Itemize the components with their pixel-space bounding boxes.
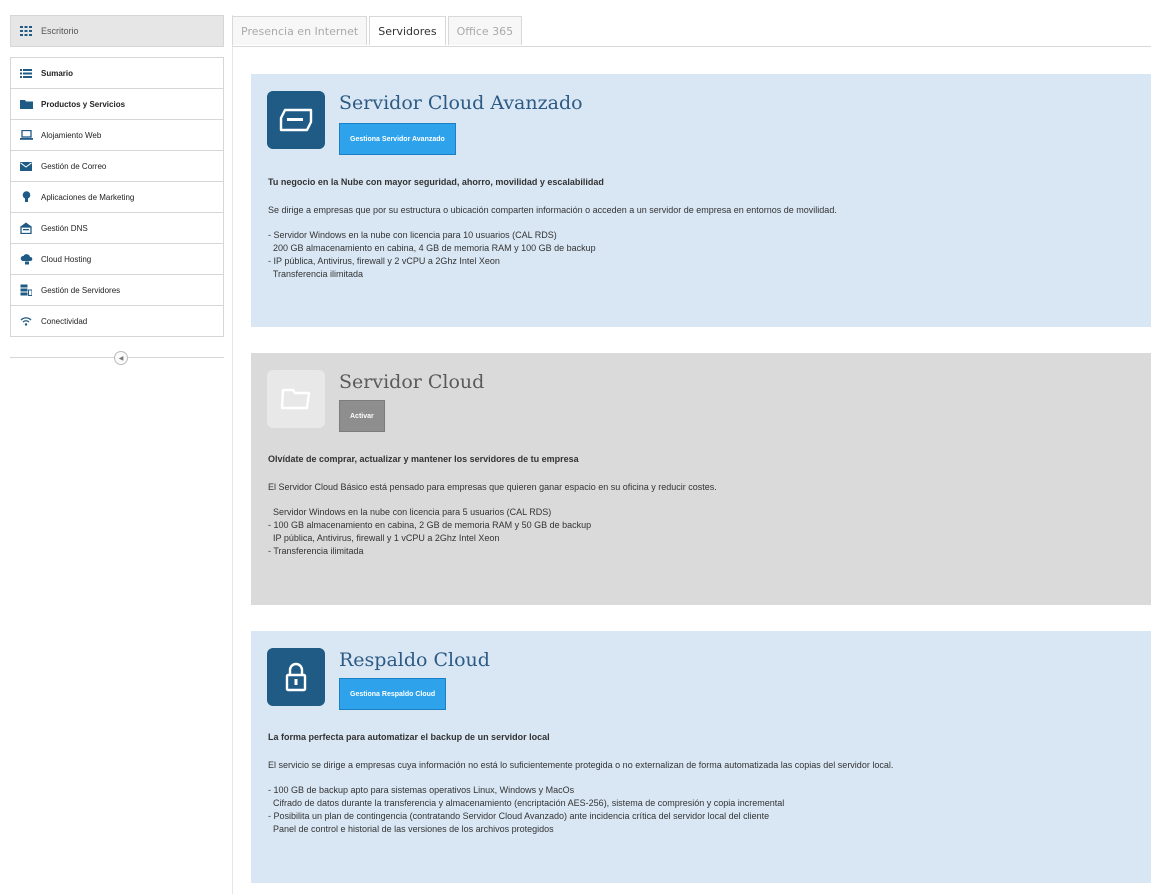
feature-line: 200 GB almacenamiento en cabina, 4 GB de…	[268, 243, 596, 253]
server-icon	[11, 284, 41, 296]
manage-advanced-server-button[interactable]: Gestiona Servidor Avanzado	[339, 123, 456, 155]
network-icon	[11, 222, 41, 234]
sidebar-item-label: Cloud Hosting	[41, 254, 92, 264]
card-description: El Servidor Cloud Básico está pensado pa…	[268, 482, 717, 492]
card-title: Servidor Cloud Avanzado	[339, 92, 583, 114]
product-icon	[267, 370, 325, 428]
sidebar-item-conectividad[interactable]: Conectividad	[11, 306, 223, 336]
feature-line: - 100 GB de backup apto para sistemas op…	[268, 785, 575, 795]
feature-line: Panel de control e historial de las vers…	[268, 824, 554, 834]
tab-servidores[interactable]: Servidores	[369, 16, 446, 45]
list-icon	[11, 68, 41, 78]
sidebar-item-cloud-hosting[interactable]: Cloud Hosting	[11, 244, 223, 275]
sidebar-item-sumario[interactable]: Sumario	[11, 58, 223, 89]
feature-line: - 100 GB almacenamiento en cabina, 2 GB …	[268, 520, 592, 530]
grid-icon	[11, 26, 41, 36]
server-drive-icon	[279, 108, 313, 132]
desktop-header[interactable]: Escritorio	[10, 15, 224, 47]
feature-line: - Transferencia ilimitada	[268, 546, 364, 556]
card-headline: Olvídate de comprar, actualizar y manten…	[268, 454, 579, 464]
card-headline: La forma perfecta para automatizar el ba…	[268, 732, 550, 742]
feature-line: Cifrado de datos durante la transferenci…	[268, 798, 785, 808]
feature-line: Transferencia ilimitada	[268, 269, 364, 279]
feature-line: IP pública, Antivirus, firewall y 1 vCPU…	[268, 533, 500, 543]
feature-line: - Posibilita un plan de contingencia (co…	[268, 811, 770, 821]
card-title: Respaldo Cloud	[339, 649, 490, 671]
sidebar-item-label: Conectividad	[41, 316, 88, 326]
activate-button[interactable]: Activar	[339, 400, 385, 432]
card-body: La forma perfecta para automatizar el ba…	[268, 732, 1131, 836]
feature-line: - Servidor Windows en la nube con licenc…	[268, 230, 557, 240]
sidebar-item-label: Gestión de Correo	[41, 161, 107, 171]
sidebar-item-label: Gestión DNS	[41, 223, 88, 233]
mail-icon	[11, 161, 41, 171]
feature-line: - IP pública, Antivirus, firewall y 2 vC…	[268, 256, 500, 266]
sidebar-item-alojamiento[interactable]: Alojamiento Web	[11, 120, 223, 151]
chevron-left-icon: ◀	[118, 355, 124, 362]
sidebar-collapse-bar: ◀	[10, 347, 224, 367]
sidebar-item-label: Sumario	[41, 68, 74, 78]
product-icon	[267, 648, 325, 706]
wifi-icon	[11, 316, 41, 326]
card-servidor-cloud-avanzado: Servidor Cloud Avanzado Gestiona Servido…	[251, 74, 1151, 327]
sidebar-item-label: Alojamiento Web	[41, 130, 102, 140]
sidebar-item-marketing[interactable]: Aplicaciones de Marketing	[11, 182, 223, 213]
card-body: Tu negocio en la Nube con mayor segurida…	[268, 177, 1131, 281]
folder-icon	[11, 99, 41, 109]
card-servidor-cloud: Servidor Cloud Activar Olvídate de compr…	[251, 353, 1151, 605]
card-description: Se dirige a empresas que por su estructu…	[268, 205, 837, 215]
sidebar-menu: Sumario Productos y Servicios Alojamient…	[10, 57, 224, 337]
card-title: Servidor Cloud	[339, 371, 485, 393]
folder-drive-icon	[280, 388, 311, 410]
sidebar-item-label: Aplicaciones de Marketing	[41, 192, 135, 202]
product-icon	[267, 91, 325, 149]
card-body: Olvídate de comprar, actualizar y manten…	[268, 454, 1131, 558]
sidebar-item-servidores[interactable]: Gestión de Servidores	[11, 275, 223, 306]
tab-underline	[232, 46, 1151, 47]
sidebar-item-dns[interactable]: Gestión DNS	[11, 213, 223, 244]
card-headline: Tu negocio en la Nube con mayor segurida…	[268, 177, 604, 187]
card-description: El servicio se dirige a empresas cuya in…	[268, 760, 894, 770]
tab-presencia-internet[interactable]: Presencia en Internet	[232, 16, 368, 45]
sidebar: Escritorio Sumario Productos y Servicios…	[10, 15, 224, 367]
tab-bar: Presencia en Internet Servidores Office …	[232, 16, 524, 45]
sidebar-item-productos[interactable]: Productos y Servicios	[11, 89, 223, 120]
sidebar-item-correo[interactable]: Gestión de Correo	[11, 151, 223, 182]
collapse-sidebar-button[interactable]: ◀	[114, 351, 128, 365]
sidebar-item-label: Productos y Servicios	[41, 99, 126, 109]
desktop-label: Escritorio	[41, 26, 79, 36]
content-divider	[232, 15, 233, 894]
lock-icon	[285, 662, 307, 692]
tab-office-365[interactable]: Office 365	[447, 16, 523, 45]
sidebar-item-label: Gestión de Servidores	[41, 285, 121, 295]
laptop-icon	[11, 130, 41, 140]
cloud-icon	[11, 253, 41, 265]
feature-line: Servidor Windows en la nube con licencia…	[268, 507, 552, 517]
manage-backup-button[interactable]: Gestiona Respaldo Cloud	[339, 678, 447, 710]
lightbulb-icon	[11, 191, 41, 203]
card-respaldo-cloud: Respaldo Cloud Gestiona Respaldo Cloud L…	[251, 631, 1151, 883]
